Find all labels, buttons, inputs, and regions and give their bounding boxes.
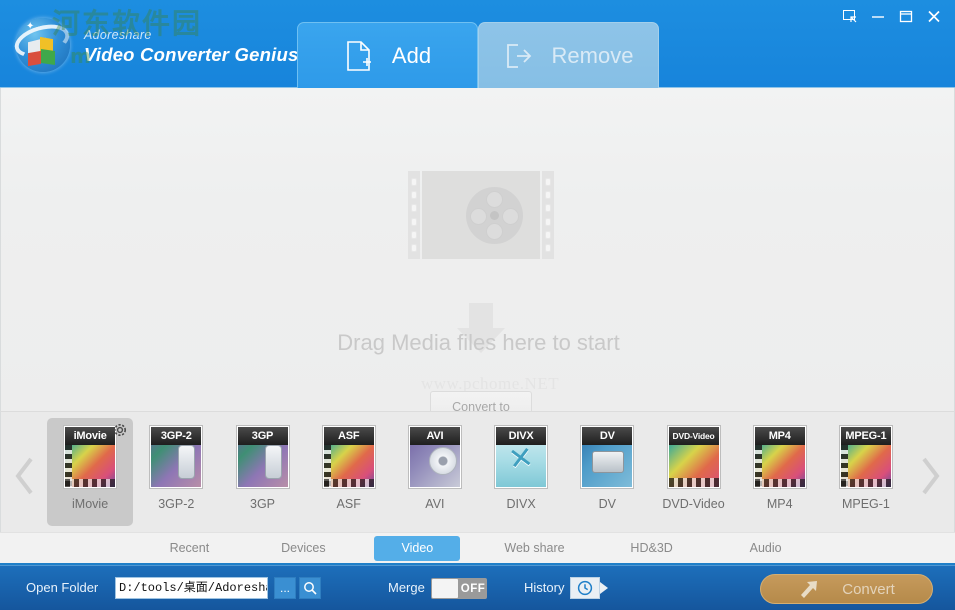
title-bar: ✦ Adoreshare Video Converter Genius 河东软件… [0, 0, 955, 88]
category-tab[interactable]: HD&3D [609, 536, 695, 561]
close-icon[interactable] [921, 5, 947, 27]
merge-toggle-knob [432, 579, 458, 598]
category-tab[interactable]: Recent [146, 536, 232, 561]
tab-add[interactable]: Add [297, 22, 478, 88]
format-caption: 3GP [237, 427, 288, 445]
format-label: DIVX [506, 497, 536, 511]
maximize-icon[interactable] [893, 5, 919, 27]
format-thumbnail: 3GP-2 [149, 425, 204, 489]
convert-arrow-icon [798, 579, 820, 599]
format-item[interactable]: MPEG-1 MPEG-1 [823, 418, 909, 526]
tab-remove[interactable]: Remove [478, 22, 659, 88]
minimize-icon[interactable] [865, 5, 891, 27]
format-thumbnail: DVD-Video [666, 425, 721, 489]
format-caption: DVD-Video [668, 427, 719, 445]
format-item[interactable]: DVD-Video DVD-Video [650, 418, 736, 526]
format-thumbnail: DV [580, 425, 635, 489]
format-label: ASF [336, 497, 361, 511]
format-label: iMovie [72, 497, 109, 511]
tab-remove-label: Remove [551, 42, 634, 68]
format-label: AVI [425, 497, 445, 511]
app-window: ✦ Adoreshare Video Converter Genius 河东软件… [0, 0, 955, 610]
format-label: MP4 [766, 497, 793, 511]
format-item[interactable]: ASF ASF [306, 418, 392, 526]
format-thumbnail: AVI [407, 425, 462, 489]
convert-button-label: Convert [842, 580, 895, 598]
format-caption: iMovie [65, 427, 116, 445]
app-logo-icon: ✦ [10, 14, 74, 76]
search-icon[interactable] [299, 577, 321, 599]
bottom-bar: Open Folder D:/tools/桌面/Adoreshare ... M… [0, 565, 955, 610]
format-item[interactable]: iMovie iMovie [47, 418, 134, 526]
format-label: DVD-Video [662, 497, 725, 511]
format-item[interactable]: MP4 MP4 [737, 418, 823, 526]
feedback-icon[interactable] [837, 5, 863, 27]
browse-button[interactable]: ... [274, 577, 296, 599]
format-caption: AVI [409, 427, 460, 445]
format-label: MPEG-1 [841, 497, 890, 511]
open-folder-label: Open Folder [26, 580, 99, 595]
format-thumbnail: iMovie [63, 425, 118, 489]
tab-add-label: Add [391, 42, 432, 68]
format-caption: ASF [323, 427, 374, 445]
clock-icon[interactable] [570, 577, 600, 599]
category-tab[interactable]: Video [374, 535, 461, 561]
output-path-input[interactable]: D:/tools/桌面/Adoreshare [115, 577, 268, 599]
format-label: DV [598, 497, 616, 511]
category-tab[interactable]: Audio [723, 536, 809, 561]
history-label: History [524, 580, 565, 595]
brand: ✦ Adoreshare Video Converter Genius [8, 10, 298, 80]
format-caption: DIVX [496, 427, 547, 445]
format-thumbnail: MPEG-1 [838, 425, 893, 489]
file-add-icon [344, 40, 374, 71]
top-tabs: Add Remove [297, 22, 659, 88]
category-tab[interactable]: Web share [488, 536, 580, 561]
convert-button[interactable]: Convert [760, 574, 933, 604]
category-tabs: Recent Devices Video Web share HD&3D Audio [0, 532, 955, 565]
format-thumbnail: 3GP [235, 425, 290, 489]
arrow-out-icon [504, 41, 534, 71]
format-item[interactable]: DV DV [564, 418, 650, 526]
film-reel-icon [408, 171, 554, 259]
format-item[interactable]: 3GP-2 3GP-2 [133, 418, 219, 526]
chevron-right-icon[interactable] [914, 456, 946, 496]
format-thumbnail: DIVX [494, 425, 549, 489]
drag-hint-text: Drag Media files here to start [337, 330, 620, 355]
format-caption: MPEG-1 [840, 427, 891, 445]
brand-title: Video Converter Genius [84, 44, 299, 65]
format-strip: iMovie iMovie 3GP-2 3GP-2 3GP 3GP ASF ASF AVI AVI… [0, 411, 955, 532]
category-tab[interactable]: Devices [260, 536, 346, 561]
window-controls [837, 5, 947, 27]
format-caption: 3GP-2 [151, 427, 202, 445]
format-label: 3GP [250, 497, 276, 511]
merge-label: Merge [388, 580, 425, 595]
history-expand-arrow[interactable] [600, 582, 608, 594]
format-caption: DV [582, 427, 633, 445]
format-item[interactable]: DIVX DIVX [478, 418, 564, 526]
drop-area[interactable]: www.pchome.NET Drag Media files here to … [0, 88, 955, 411]
format-item[interactable]: 3GP 3GP [219, 418, 305, 526]
format-item[interactable]: AVI AVI [392, 418, 478, 526]
chevron-left-icon[interactable] [9, 456, 41, 496]
format-list: iMovie iMovie 3GP-2 3GP-2 3GP 3GP ASF ASF AVI AVI… [47, 418, 909, 530]
merge-toggle[interactable]: OFF [431, 578, 487, 599]
format-thumbnail: MP4 [752, 425, 807, 489]
format-thumbnail: ASF [321, 425, 376, 489]
brand-subtitle: Adoreshare [84, 28, 152, 42]
merge-toggle-state: OFF [460, 582, 486, 595]
format-label: 3GP-2 [158, 497, 195, 511]
gear-icon[interactable] [113, 423, 127, 437]
format-caption: MP4 [754, 427, 805, 445]
